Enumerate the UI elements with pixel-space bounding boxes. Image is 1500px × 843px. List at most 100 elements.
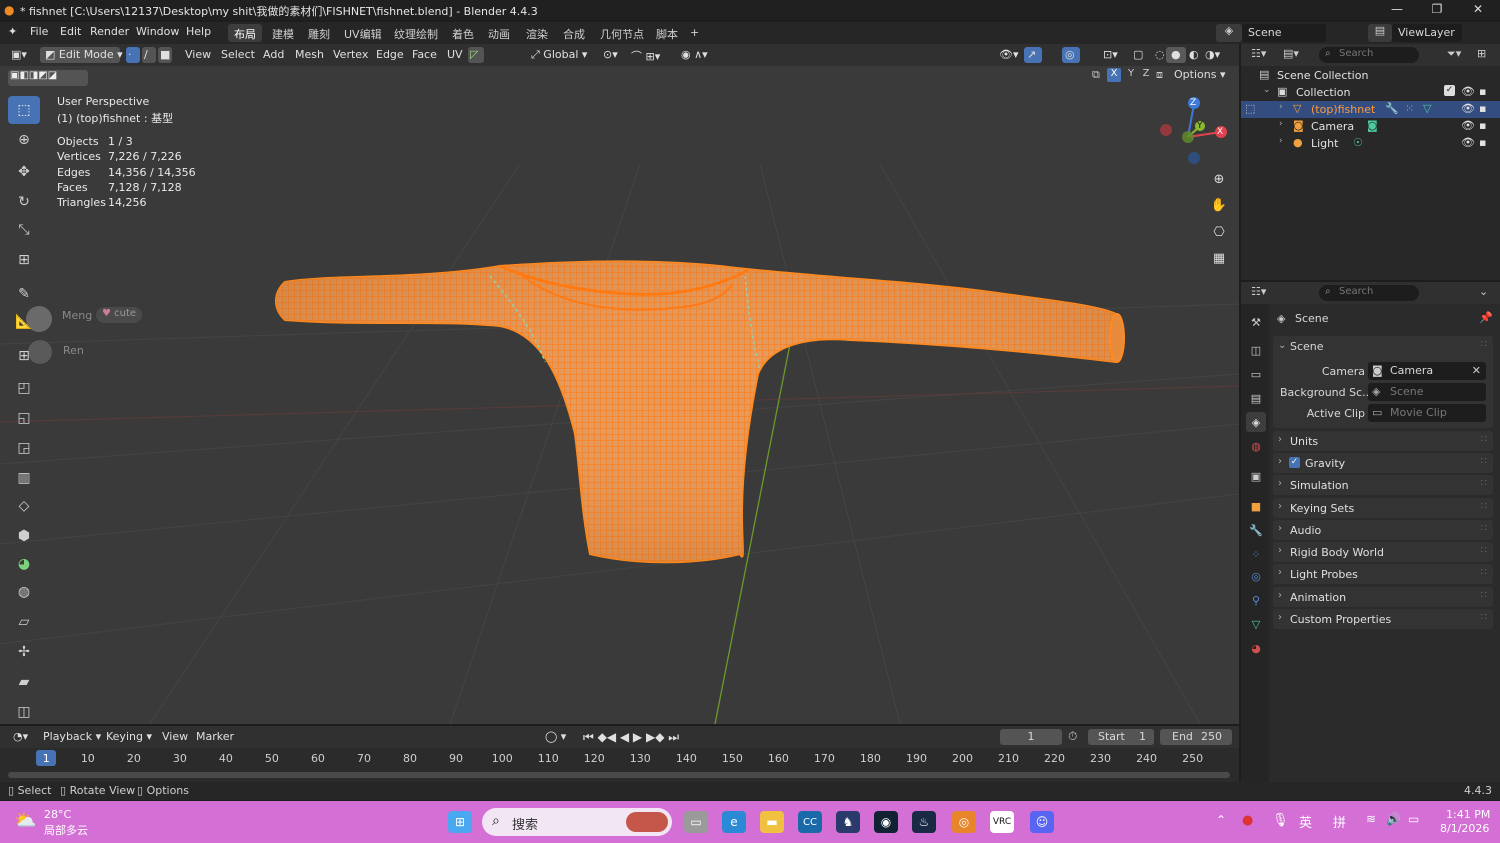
- 3d-viewport[interactable]: ▣▾ ◩ Edit Mode ▾ · ∕ ■ View Select Add M…: [0, 44, 1239, 724]
- workspace-tab[interactable]: 脚本: [650, 24, 684, 42]
- timeline-scrollbar[interactable]: [8, 772, 1230, 778]
- auto-keying-icon[interactable]: ◯ ▾: [540, 729, 571, 745]
- workspace-tab[interactable]: 几何节点: [594, 24, 650, 42]
- background-scene-field[interactable]: ◈ Scene: [1368, 383, 1486, 401]
- eye-icon[interactable]: 👁: [1461, 85, 1475, 98]
- move-tool-icon[interactable]: ✥: [8, 158, 40, 186]
- menu-vertex[interactable]: Vertex: [328, 47, 373, 63]
- tool-tab-icon[interactable]: ⚒: [1246, 312, 1266, 332]
- drag-grip-icon[interactable]: ∷: [1481, 612, 1487, 623]
- chevron-down-icon[interactable]: ⌄: [1278, 340, 1286, 351]
- outliner-search-input[interactable]: ⌕ Search: [1319, 47, 1419, 63]
- chevron-down-icon[interactable]: ⌄: [1479, 285, 1488, 298]
- select-mode-buttons[interactable]: ▣◧◨◩◪: [8, 70, 88, 86]
- axis-z-toggle[interactable]: Z: [1139, 68, 1153, 82]
- scene-tab-icon[interactable]: ◈: [1246, 412, 1266, 432]
- windows-start-icon[interactable]: ⊞: [448, 811, 472, 833]
- uv-sync-icon[interactable]: ◸: [468, 47, 484, 63]
- blender-menu-icon[interactable]: ✦: [8, 25, 17, 38]
- eye-icon[interactable]: 👁: [1461, 102, 1475, 115]
- blender-taskbar-icon[interactable]: ◎: [952, 811, 976, 833]
- menu-file[interactable]: File: [30, 25, 48, 38]
- menu-add[interactable]: Add: [258, 47, 289, 63]
- input-method[interactable]: 拼: [1333, 812, 1346, 831]
- vertex-select-icon[interactable]: ·: [126, 47, 140, 63]
- collection-checkbox[interactable]: ✓: [1444, 85, 1455, 96]
- particles-tab-icon[interactable]: ⁘: [1246, 544, 1266, 564]
- timeline-editor-type-icon[interactable]: ◔▾: [8, 729, 33, 745]
- rip-tool-icon[interactable]: ◫: [8, 698, 40, 724]
- proportional-edit-icon[interactable]: ◉ ∧▾: [676, 47, 713, 63]
- snap-icon[interactable]: ⌒ ⊞▾: [626, 47, 665, 63]
- drag-grip-icon[interactable]: ∷: [1481, 567, 1487, 578]
- zoom-icon[interactable]: ⊕: [1208, 168, 1230, 190]
- shrink-fatten-tool-icon[interactable]: ✢: [8, 638, 40, 666]
- camera-render-icon[interactable]: ▪: [1479, 136, 1486, 149]
- smooth-tool-icon[interactable]: ◍: [8, 578, 40, 606]
- cursor-tool-icon[interactable]: ⊕: [8, 126, 40, 154]
- loop-cut-tool-icon[interactable]: ▥: [8, 464, 40, 492]
- face-select-icon[interactable]: ■: [158, 47, 172, 63]
- active-clip-field[interactable]: ▭ Movie Clip: [1368, 404, 1486, 422]
- annotate-tool-icon[interactable]: ✎: [8, 280, 40, 308]
- workspace-tab[interactable]: 合成: [557, 24, 591, 42]
- workspace-tab[interactable]: 渲染: [520, 24, 554, 42]
- drag-grip-icon[interactable]: ∷: [1481, 478, 1487, 489]
- panel-gravity[interactable]: › ✓ Gravity ∷: [1273, 453, 1493, 473]
- mesh-edit-overlay-icon[interactable]: ⊡▾: [1098, 47, 1123, 63]
- workspace-tab[interactable]: 纹理绘制: [388, 24, 444, 42]
- shear-tool-icon[interactable]: ▰: [8, 668, 40, 696]
- transform-tool-icon[interactable]: ⊞: [8, 246, 40, 274]
- knife-tool-icon[interactable]: ◇: [8, 492, 40, 520]
- volume-icon[interactable]: 🔊: [1386, 812, 1401, 826]
- constraints-tab-icon[interactable]: ⚲: [1246, 590, 1266, 610]
- select-box-tool-icon[interactable]: ⬚: [8, 96, 40, 124]
- weather-desc[interactable]: 局部多云: [44, 822, 88, 838]
- weather-icon[interactable]: ⛅: [14, 810, 36, 831]
- bevel-tool-icon[interactable]: ◲: [8, 434, 40, 462]
- axis-x-toggle[interactable]: X: [1107, 68, 1121, 82]
- camera-view-icon[interactable]: ⎔: [1208, 221, 1230, 243]
- edit-mode-indicator-icon[interactable]: ⬚: [1245, 102, 1255, 115]
- workspace-tab[interactable]: UV编辑: [338, 24, 388, 42]
- workspace-tab[interactable]: 布局: [228, 24, 262, 42]
- eye-icon[interactable]: 👁: [1461, 119, 1475, 132]
- filter-icon[interactable]: ⏷▾: [1447, 47, 1461, 61]
- timeline-menu-marker[interactable]: Marker: [191, 729, 239, 745]
- view-layer-tab-icon[interactable]: ▤: [1246, 388, 1266, 408]
- drag-grip-icon[interactable]: ∷: [1481, 501, 1487, 512]
- circle-app-icon[interactable]: ◉: [874, 811, 898, 833]
- panel-keying-sets[interactable]: › Keying Sets ∷: [1273, 498, 1493, 518]
- camera-field[interactable]: ◙ Camera ✕: [1368, 362, 1486, 380]
- ortho-grid-icon[interactable]: ▦: [1208, 247, 1230, 269]
- panel-rigid-body-world[interactable]: › Rigid Body World ∷: [1273, 542, 1493, 562]
- mode-selector[interactable]: ◩ Edit Mode ▾: [40, 47, 123, 63]
- modifier-tab-icon[interactable]: 🔧: [1246, 520, 1266, 540]
- axis-y-toggle[interactable]: Y: [1124, 68, 1138, 82]
- timeline-editor[interactable]: ◔▾ Playback ▾ Keying ▾ View Marker ◯ ▾ ⏮…: [0, 726, 1239, 782]
- edge-select-icon[interactable]: ∕: [142, 47, 156, 63]
- stopwatch-icon[interactable]: ⏱: [1068, 729, 1077, 744]
- panel-simulation[interactable]: › Simulation ∷: [1273, 475, 1493, 495]
- gravity-checkbox[interactable]: ✓: [1289, 457, 1300, 468]
- tray-expand-icon[interactable]: ⌃: [1216, 813, 1226, 827]
- xray-toggle-icon[interactable]: ▢: [1128, 47, 1148, 63]
- scene-selector-icon[interactable]: ◈: [1216, 24, 1242, 42]
- workspace-tab[interactable]: 雕刻: [302, 24, 336, 42]
- material-tab-icon[interactable]: ◕: [1246, 638, 1266, 658]
- gizmo-toggle-icon[interactable]: ↗: [1024, 47, 1042, 63]
- start-frame-field[interactable]: Start 1: [1088, 729, 1154, 745]
- task-view-icon[interactable]: ▭: [684, 811, 708, 833]
- display-mode-icon[interactable]: ▤▾: [1283, 47, 1299, 60]
- transform-orientation-dropdown[interactable]: ⤢ Global ▾: [526, 47, 592, 63]
- battery-icon[interactable]: ▭: [1408, 812, 1419, 826]
- outliner[interactable]: ☷▾ ▤▾ ⌕ Search ⏷▾ ⊞ ▤ Scene Collection ⌄…: [1241, 44, 1500, 280]
- menu-window[interactable]: Window: [136, 25, 179, 38]
- panel-animation[interactable]: › Animation ∷: [1273, 587, 1493, 607]
- timeline-menu-view[interactable]: View: [157, 729, 193, 745]
- viewlayer-name-field[interactable]: ViewLayer: [1392, 24, 1462, 42]
- workspace-tab[interactable]: 建模: [266, 24, 300, 42]
- panel-custom-properties[interactable]: › Custom Properties ∷: [1273, 609, 1493, 629]
- properties-editor-type-icon[interactable]: ☷▾: [1251, 285, 1266, 298]
- menu-face[interactable]: Face: [407, 47, 442, 63]
